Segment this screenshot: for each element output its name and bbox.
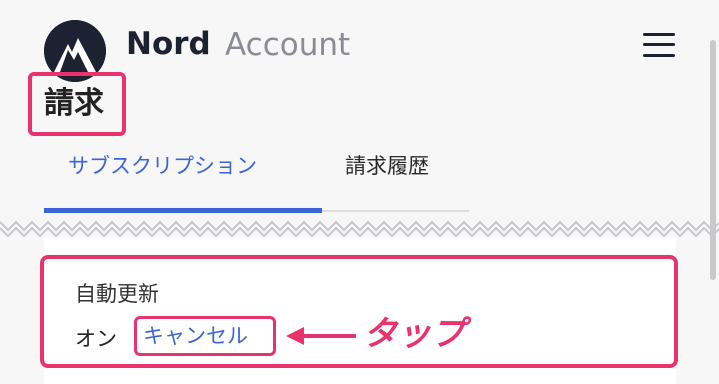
tap-annotation: タップ [363, 314, 465, 354]
tab-subscription[interactable]: サブスクリプション [68, 150, 257, 180]
auto-renew-status: オン [75, 327, 117, 351]
hamburger-menu-icon[interactable] [641, 30, 677, 60]
cancel-auto-renew-link[interactable]: キャンセル [134, 316, 276, 356]
brand-name: Nord [126, 26, 211, 62]
tab-billing-history[interactable]: 請求履歴 [345, 150, 429, 180]
arrow-left-icon [286, 327, 356, 345]
auto-renew-label: 自動更新 [75, 282, 159, 306]
brand-subtitle: Account [225, 27, 351, 63]
active-tab-indicator [44, 208, 322, 213]
page-title: 請求 [28, 72, 126, 136]
scrollbar[interactable] [710, 40, 716, 280]
